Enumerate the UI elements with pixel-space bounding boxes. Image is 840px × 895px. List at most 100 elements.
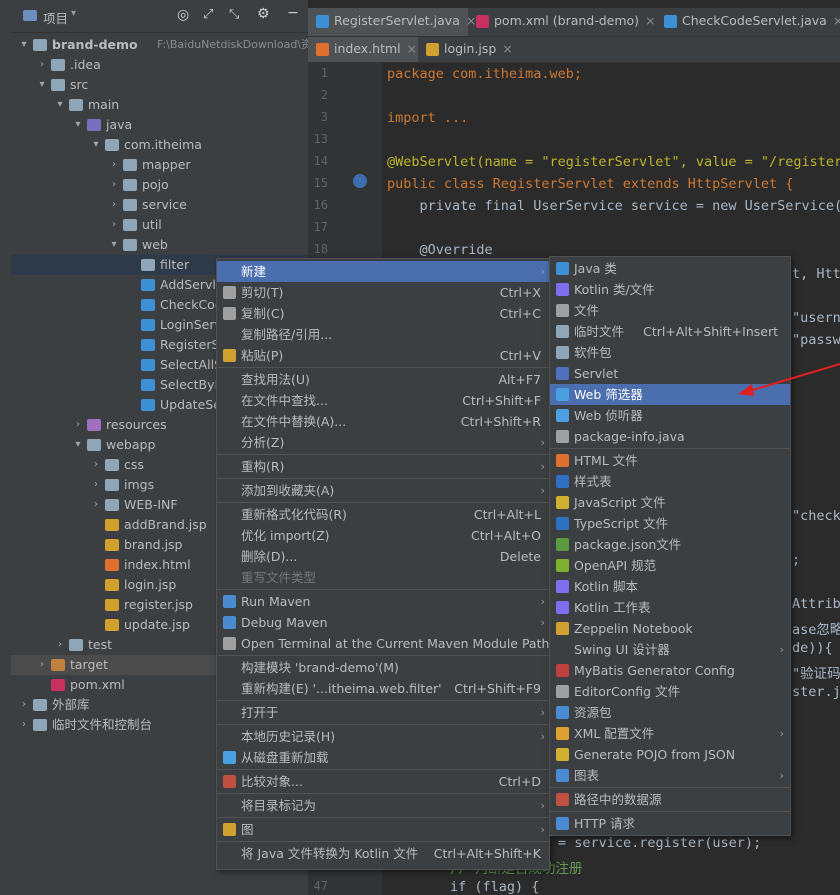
- context-menu-item[interactable]: 图 ›: [217, 819, 549, 840]
- new-submenu-item[interactable]: HTML 文件: [550, 450, 790, 471]
- new-submenu-item[interactable]: Kotlin 类/文件: [550, 279, 790, 300]
- new-submenu-item[interactable]: 图表 ›: [550, 765, 790, 786]
- collapsed-arrow-icon[interactable]: ›: [91, 455, 101, 475]
- editor-tab[interactable]: pom.xml (brand-demo) ×: [468, 8, 656, 36]
- context-menu-item[interactable]: 比较对象... Ctrl+D: [217, 771, 549, 792]
- new-submenu-item[interactable]: 样式表: [550, 471, 790, 492]
- context-menu-item[interactable]: 将目录标记为 ›: [217, 795, 549, 816]
- editor-tab[interactable]: CheckCodeServlet.java ×: [656, 8, 840, 36]
- context-menu-item[interactable]: 在文件中查找... Ctrl+Shift+F: [217, 390, 549, 411]
- new-submenu-item[interactable]: Servlet: [550, 363, 790, 384]
- new-submenu-item[interactable]: Generate POJO from JSON: [550, 744, 790, 765]
- tree-row[interactable]: › util: [11, 215, 308, 235]
- context-menu-item[interactable]: 优化 import(Z) Ctrl+Alt+O: [217, 525, 549, 546]
- editor-tab[interactable]: login.jsp ×: [418, 37, 518, 62]
- context-menu-item[interactable]: 复制(C) Ctrl+C: [217, 303, 549, 324]
- new-submenu-item[interactable]: package-info.java: [550, 426, 790, 447]
- collapsed-arrow-icon[interactable]: ›: [19, 695, 29, 715]
- dropdown-icon[interactable]: ▾: [71, 8, 76, 19]
- locate-icon[interactable]: ◎: [177, 7, 189, 23]
- new-submenu-item[interactable]: Web 侦听器: [550, 405, 790, 426]
- tree-row[interactable]: ▾ com.itheima: [11, 135, 308, 155]
- tree-row[interactable]: ▾ main: [11, 95, 308, 115]
- tree-row[interactable]: ▾ web: [11, 235, 308, 255]
- context-menu-item[interactable]: 从磁盘重新加载: [217, 747, 549, 768]
- new-submenu-item[interactable]: 路径中的数据源: [550, 789, 790, 810]
- collapsed-arrow-icon[interactable]: ›: [109, 175, 119, 195]
- expanded-arrow-icon[interactable]: ▾: [73, 115, 83, 135]
- context-menu-item[interactable]: 新建 ›: [217, 261, 549, 282]
- new-submenu-item[interactable]: OpenAPI 规范: [550, 555, 790, 576]
- context-menu-item[interactable]: Open Terminal at the Current Maven Modul…: [217, 633, 549, 654]
- new-submenu-item[interactable]: Kotlin 脚本: [550, 576, 790, 597]
- collapsed-arrow-icon[interactable]: ›: [109, 195, 119, 215]
- context-menu-item[interactable]: 重新格式化代码(R) Ctrl+Alt+L: [217, 504, 549, 525]
- new-submenu-item[interactable]: 软件包: [550, 342, 790, 363]
- collapsed-arrow-icon[interactable]: ›: [91, 475, 101, 495]
- context-menu-item[interactable]: 查找用法(U) Alt+F7: [217, 369, 549, 390]
- expanded-arrow-icon[interactable]: ▾: [37, 75, 47, 95]
- new-submenu-item[interactable]: Web 筛选器: [550, 384, 790, 405]
- tree-row[interactable]: ▾ src: [11, 75, 308, 95]
- context-menu-item[interactable]: 重构(R) ›: [217, 456, 549, 477]
- editor-tab[interactable]: RegisterServlet.java ×: [308, 8, 476, 36]
- tree-row[interactable]: ▾ brand-demo F:\BaiduNetdiskDownload\资料: [11, 35, 308, 55]
- close-icon[interactable]: ×: [407, 41, 417, 56]
- expanded-arrow-icon[interactable]: ▾: [109, 235, 119, 255]
- tree-row[interactable]: › pojo: [11, 175, 308, 195]
- shortcut-label: Ctrl+Alt+Shift+Insert: [643, 324, 778, 339]
- context-menu-item[interactable]: 删除(D)... Delete: [217, 546, 549, 567]
- close-icon[interactable]: ×: [833, 13, 840, 28]
- collapsed-arrow-icon[interactable]: ›: [109, 155, 119, 175]
- new-submenu-item[interactable]: MyBatis Generator Config: [550, 660, 790, 681]
- new-submenu-item[interactable]: Zeppelin Notebook: [550, 618, 790, 639]
- new-submenu-item[interactable]: HTTP 请求: [550, 813, 790, 834]
- collapsed-arrow-icon[interactable]: ›: [109, 215, 119, 235]
- expanded-arrow-icon[interactable]: ▾: [19, 35, 29, 55]
- new-submenu-item[interactable]: Kotlin 工作表: [550, 597, 790, 618]
- new-submenu-item[interactable]: Swing UI 设计器 ›: [550, 639, 790, 660]
- collapsed-arrow-icon[interactable]: ›: [91, 495, 101, 515]
- expanded-arrow-icon[interactable]: ▾: [55, 95, 65, 115]
- new-submenu-item[interactable]: JavaScript 文件: [550, 492, 790, 513]
- expanded-arrow-icon[interactable]: ▾: [73, 435, 83, 455]
- context-menu-item[interactable]: 本地历史记录(H) ›: [217, 726, 549, 747]
- new-submenu-item[interactable]: 资源包: [550, 702, 790, 723]
- collapsed-arrow-icon[interactable]: ›: [37, 55, 47, 75]
- tree-row[interactable]: › mapper: [11, 155, 308, 175]
- context-menu-item[interactable]: 将 Java 文件转换为 Kotlin 文件 Ctrl+Alt+Shift+K: [217, 843, 549, 864]
- context-menu-item[interactable]: 复制路径/引用...: [217, 324, 549, 345]
- context-menu-item[interactable]: 添加到收藏夹(A) ›: [217, 480, 549, 501]
- close-icon[interactable]: ×: [645, 13, 655, 28]
- context-menu-item[interactable]: Debug Maven ›: [217, 612, 549, 633]
- collapse-all-icon[interactable]: ⤡: [229, 7, 239, 22]
- expanded-arrow-icon[interactable]: ▾: [91, 135, 101, 155]
- collapsed-arrow-icon[interactable]: ›: [37, 655, 47, 675]
- new-submenu-item[interactable]: 文件: [550, 300, 790, 321]
- new-submenu-item[interactable]: Java 类: [550, 258, 790, 279]
- tree-row[interactable]: › service: [11, 195, 308, 215]
- new-submenu-item[interactable]: package.json文件: [550, 534, 790, 555]
- context-menu-item[interactable]: Run Maven ›: [217, 591, 549, 612]
- new-submenu-item[interactable]: 临时文件 Ctrl+Alt+Shift+Insert: [550, 321, 790, 342]
- expand-all-icon[interactable]: ⤢: [203, 7, 213, 22]
- editor-tab[interactable]: index.html ×: [308, 37, 418, 62]
- context-menu-item[interactable]: 打开于 ›: [217, 702, 549, 723]
- context-menu-item[interactable]: 重新构建(E) '...itheima.web.filter' Ctrl+Shif…: [217, 678, 549, 699]
- collapsed-arrow-icon[interactable]: ›: [19, 715, 29, 735]
- new-submenu-item[interactable]: EditorConfig 文件: [550, 681, 790, 702]
- context-menu-item[interactable]: 粘贴(P) Ctrl+V: [217, 345, 549, 366]
- collapsed-arrow-icon[interactable]: ›: [55, 635, 65, 655]
- context-menu-item[interactable]: 剪切(T) Ctrl+X: [217, 282, 549, 303]
- context-menu-item[interactable]: 在文件中替换(A)... Ctrl+Shift+R: [217, 411, 549, 432]
- settings-icon[interactable]: ⚙: [257, 6, 270, 22]
- hide-icon[interactable]: −: [287, 5, 299, 21]
- context-menu-item[interactable]: 分析(Z) ›: [217, 432, 549, 453]
- close-icon[interactable]: ×: [502, 41, 512, 56]
- context-menu-item[interactable]: 构建模块 'brand-demo'(M): [217, 657, 549, 678]
- new-submenu-item[interactable]: XML 配置文件 ›: [550, 723, 790, 744]
- tree-row[interactable]: › .idea: [11, 55, 308, 75]
- new-submenu-item[interactable]: TypeScript 文件: [550, 513, 790, 534]
- collapsed-arrow-icon[interactable]: ›: [73, 415, 83, 435]
- tree-row[interactable]: ▾ java: [11, 115, 308, 135]
